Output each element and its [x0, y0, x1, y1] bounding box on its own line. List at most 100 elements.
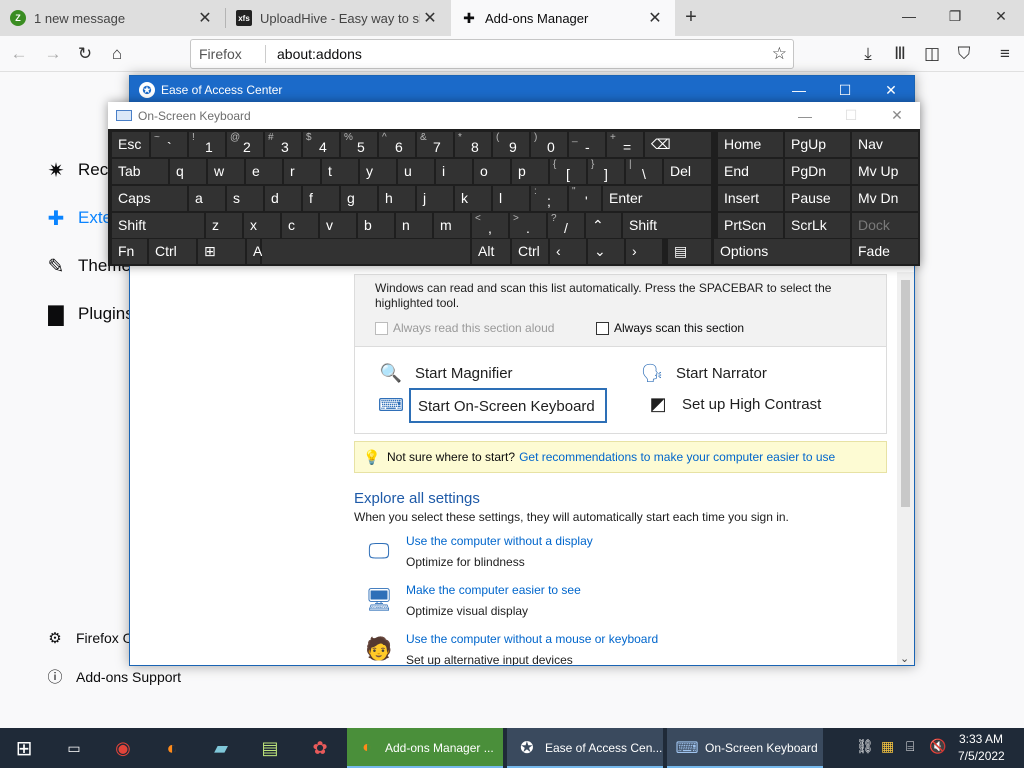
key-enter[interactable]: Enter: [603, 186, 711, 211]
key-symbol[interactable]: >.: [510, 213, 546, 238]
home-button[interactable]: ⌂: [104, 41, 130, 67]
setting-link[interactable]: Use the computer without a mouse or keyb…: [406, 632, 658, 646]
tab-mail[interactable]: Z 1 new message ✕: [0, 0, 225, 36]
sidebar-icon[interactable]: ◫: [919, 41, 945, 67]
key-i[interactable]: i: [436, 159, 472, 184]
taskbar-item-firefox[interactable]: ◐ Add-ons Manager ...: [347, 728, 503, 768]
key-x[interactable]: x: [244, 213, 280, 238]
key-v[interactable]: v: [320, 213, 356, 238]
vertical-scrollbar[interactable]: ⌄: [897, 272, 914, 665]
setting-no-mouse[interactable]: 🧑 Use the computer without a mouse or ke…: [362, 632, 658, 665]
key-del[interactable]: Del: [664, 159, 711, 184]
key-shift[interactable]: Shift: [623, 213, 711, 238]
key-1[interactable]: ! 1: [189, 132, 225, 157]
key-o[interactable]: o: [474, 159, 510, 184]
key-symbol[interactable]: ⌃: [586, 213, 621, 238]
volume-muted-icon[interactable]: 🔇: [929, 738, 946, 755]
key-a[interactable]: a: [189, 186, 225, 211]
key-symbol[interactable]: " ': [569, 186, 601, 211]
start-magnifier-button[interactable]: 🔍 Start Magnifier: [379, 361, 513, 385]
minimize-icon[interactable]: —: [782, 102, 828, 129]
key-symbol[interactable]: }]: [588, 159, 624, 184]
minimize-icon[interactable]: —: [776, 76, 822, 104]
read-aloud-checkbox[interactable]: Always read this section aloud: [375, 321, 554, 335]
chrome-icon[interactable]: ◉: [99, 728, 147, 768]
key-alt[interactable]: Alt: [247, 239, 269, 264]
color-icon[interactable]: ▦: [881, 738, 894, 755]
key-scrlk[interactable]: ScrLk: [785, 213, 850, 238]
url-bar[interactable]: Firefox about:addons ☆: [190, 39, 794, 69]
key-space[interactable]: [262, 239, 470, 264]
key-mvdn[interactable]: Mv Dn: [852, 186, 918, 211]
bookmark-star-icon[interactable]: ☆: [772, 44, 787, 64]
tab-addons-manager[interactable]: ✚ Add-ons Manager ✕: [451, 0, 675, 36]
key-p[interactable]: p: [512, 159, 548, 184]
setting-link[interactable]: Use the computer without a display: [406, 534, 593, 548]
restore-icon[interactable]: ❐: [932, 0, 978, 32]
network-icon[interactable]: ⛓: [856, 738, 874, 755]
library-icon[interactable]: Ⅲ: [887, 41, 913, 67]
ease-of-access-titlebar[interactable]: ✪ Ease of Access Center — ☐ ✕: [130, 76, 914, 104]
scan-section-checkbox[interactable]: Always scan this section: [596, 321, 744, 335]
osk-titlebar[interactable]: On-Screen Keyboard — ☐ ✕: [108, 102, 920, 129]
ublock-icon[interactable]: ⛉: [951, 41, 977, 67]
key-caps[interactable]: Caps: [112, 186, 187, 211]
key-d[interactable]: d: [265, 186, 301, 211]
key-b[interactable]: b: [358, 213, 394, 238]
notepad-icon[interactable]: ▰: [197, 728, 245, 768]
key-symbol[interactable]: ⌫: [645, 132, 711, 157]
key-symbol[interactable]: _ -: [569, 132, 605, 157]
key-symbol[interactable]: <,: [472, 213, 508, 238]
reload-button[interactable]: ↻: [72, 41, 98, 67]
usb-icon[interactable]: ⌸: [906, 738, 914, 755]
key-8[interactable]: * 8: [455, 132, 491, 157]
key-z[interactable]: z: [206, 213, 242, 238]
close-tab-icon[interactable]: ✕: [420, 8, 440, 28]
key-symbol[interactable]: {[: [550, 159, 586, 184]
setting-link[interactable]: Make the computer easier to see: [406, 583, 581, 597]
key-prtscn[interactable]: PrtScn: [718, 213, 783, 238]
key-f[interactable]: f: [303, 186, 339, 211]
key-symbol[interactable]: + =: [607, 132, 643, 157]
taskbar-item-ease-of-access[interactable]: ✪ Ease of Access Cen...: [507, 728, 663, 768]
key-tab[interactable]: Tab: [112, 159, 168, 184]
key-q[interactable]: q: [170, 159, 206, 184]
key-pause[interactable]: Pause: [785, 186, 850, 211]
close-tab-icon[interactable]: ✕: [195, 8, 215, 28]
maximize-icon[interactable]: ☐: [828, 102, 874, 129]
key-6[interactable]: ^ 6: [379, 132, 415, 157]
setting-no-display[interactable]: 🖵 Use the computer without a display Opt…: [362, 534, 593, 569]
key-c[interactable]: c: [282, 213, 318, 238]
key-m[interactable]: m: [434, 213, 470, 238]
key-9[interactable]: (9: [493, 132, 529, 157]
minimize-icon[interactable]: —: [886, 0, 932, 32]
key-nav[interactable]: Nav: [852, 132, 918, 157]
recommendations-link[interactable]: Get recommendations to make your compute…: [519, 450, 835, 464]
key-n[interactable]: n: [396, 213, 432, 238]
key-y[interactable]: y: [360, 159, 396, 184]
key-pgup[interactable]: PgUp: [785, 132, 850, 157]
key-shift[interactable]: Shift: [112, 213, 204, 238]
close-window-icon[interactable]: ✕: [978, 0, 1024, 32]
key-j[interactable]: j: [417, 186, 453, 211]
key-5[interactable]: % 5: [341, 132, 377, 157]
key-2[interactable]: @2: [227, 132, 263, 157]
key-symbol[interactable]: ›: [626, 239, 662, 264]
key-symbol[interactable]: ▤: [668, 239, 711, 264]
scrollbar-thumb[interactable]: [901, 280, 910, 507]
scroll-down-arrow-icon[interactable]: ⌄: [900, 652, 909, 665]
paint-icon[interactable]: ✿: [296, 728, 344, 768]
key-home[interactable]: Home: [718, 132, 783, 157]
close-window-icon[interactable]: ✕: [868, 76, 914, 104]
url-text[interactable]: about:addons: [277, 46, 362, 62]
key-options[interactable]: Options: [714, 239, 850, 264]
key-fade[interactable]: Fade: [852, 239, 918, 264]
key-s[interactable]: s: [227, 186, 263, 211]
key-symbol[interactable]: :;: [531, 186, 567, 211]
key-k[interactable]: k: [455, 186, 491, 211]
close-tab-icon[interactable]: ✕: [645, 8, 665, 28]
system-clock[interactable]: 3:33 AM 7/5/2022: [958, 731, 1005, 765]
editor-icon[interactable]: ▤: [246, 728, 294, 768]
key-ctrl[interactable]: Ctrl: [149, 239, 196, 264]
key-insert[interactable]: Insert: [718, 186, 783, 211]
